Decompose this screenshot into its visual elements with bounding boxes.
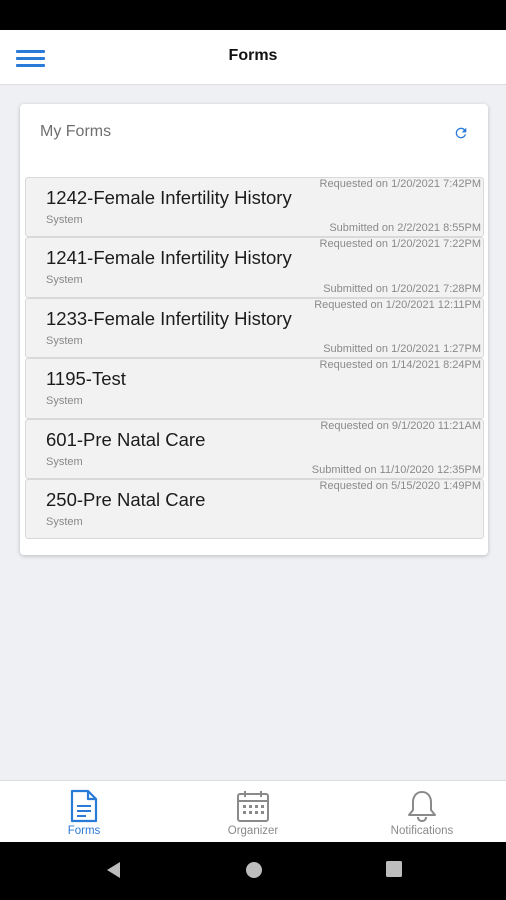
form-name: 1241-Female Infertility History bbox=[46, 247, 292, 269]
bottom-navigation: Forms Organizer Notifications bbox=[0, 780, 506, 842]
form-source: System bbox=[46, 395, 83, 408]
form-source: System bbox=[46, 334, 83, 347]
requested-date: Requested on 1/20/2021 12:11PM bbox=[314, 298, 481, 311]
page-title: Forms bbox=[228, 47, 278, 64]
document-icon bbox=[70, 789, 98, 823]
form-name: 1195-Test bbox=[46, 368, 126, 390]
form-list: Requested on 1/20/2021 7:42PM 1242-Femal… bbox=[25, 177, 484, 540]
app-header: Forms bbox=[0, 30, 506, 85]
requested-date: Requested on 9/1/2020 11:21AM bbox=[320, 419, 481, 432]
card-title: My Forms bbox=[40, 123, 112, 140]
tab-forms[interactable]: Forms bbox=[0, 781, 168, 843]
form-name: 250-Pre Natal Care bbox=[46, 488, 206, 510]
form-source: System bbox=[46, 455, 83, 468]
form-name: 1242-Female Infertility History bbox=[46, 187, 292, 208]
submitted-date: Submitted on 2/2/2021 8:55PM bbox=[329, 222, 481, 235]
tab-notifications-label: Notifications bbox=[390, 825, 454, 837]
system-navigation-bar bbox=[0, 842, 506, 900]
tab-organizer[interactable]: Organizer bbox=[169, 781, 337, 843]
requested-date: Requested on 5/15/2020 1:49PM bbox=[319, 479, 481, 492]
submitted-date: Submitted on 1/20/2021 7:28PM bbox=[323, 282, 481, 295]
tab-organizer-label: Organizer bbox=[227, 825, 279, 837]
form-name: 601-Pre Natal Care bbox=[46, 428, 206, 450]
tab-forms-label: Forms bbox=[67, 825, 101, 837]
requested-date: Requested on 1/20/2021 7:42PM bbox=[319, 178, 481, 190]
submitted-date: Submitted on 1/20/2021 1:27PM bbox=[323, 343, 481, 356]
form-list-item[interactable]: Requested on 5/15/2020 1:49PM 250-Pre Na… bbox=[25, 478, 484, 540]
status-bar bbox=[0, 0, 506, 30]
back-icon[interactable] bbox=[104, 860, 122, 880]
form-list-item[interactable]: Requested on 1/20/2021 12:11PM 1233-Fema… bbox=[25, 297, 484, 359]
refresh-icon[interactable] bbox=[451, 123, 471, 143]
form-list-item[interactable]: Requested on 9/1/2020 11:21AM 601-Pre Na… bbox=[25, 418, 484, 479]
form-list-item[interactable]: Requested on 1/14/2021 8:24PM 1195-Test … bbox=[25, 358, 484, 419]
bell-icon bbox=[408, 791, 436, 823]
calendar-icon bbox=[237, 791, 269, 822]
form-source: System bbox=[46, 515, 83, 528]
form-source: System bbox=[46, 274, 83, 287]
form-source: System bbox=[46, 214, 83, 226]
tab-notifications[interactable]: Notifications bbox=[338, 781, 506, 843]
home-icon[interactable] bbox=[244, 860, 264, 880]
main-content: My Forms Requested on 1/20/2021 7:42PM 1… bbox=[0, 85, 506, 780]
my-forms-card: My Forms Requested on 1/20/2021 7:42PM 1… bbox=[20, 104, 488, 555]
form-list-item[interactable]: Requested on 1/20/2021 7:22PM 1241-Femal… bbox=[25, 237, 484, 298]
requested-date: Requested on 1/14/2021 8:24PM bbox=[319, 359, 481, 372]
requested-date: Requested on 1/20/2021 7:22PM bbox=[319, 238, 481, 251]
form-name: 1233-Female Infertility History bbox=[46, 307, 292, 329]
recents-icon[interactable] bbox=[385, 860, 403, 878]
submitted-date: Submitted on 11/10/2020 12:35PM bbox=[311, 463, 481, 476]
form-list-item[interactable]: Requested on 1/20/2021 7:42PM 1242-Femal… bbox=[25, 177, 484, 238]
